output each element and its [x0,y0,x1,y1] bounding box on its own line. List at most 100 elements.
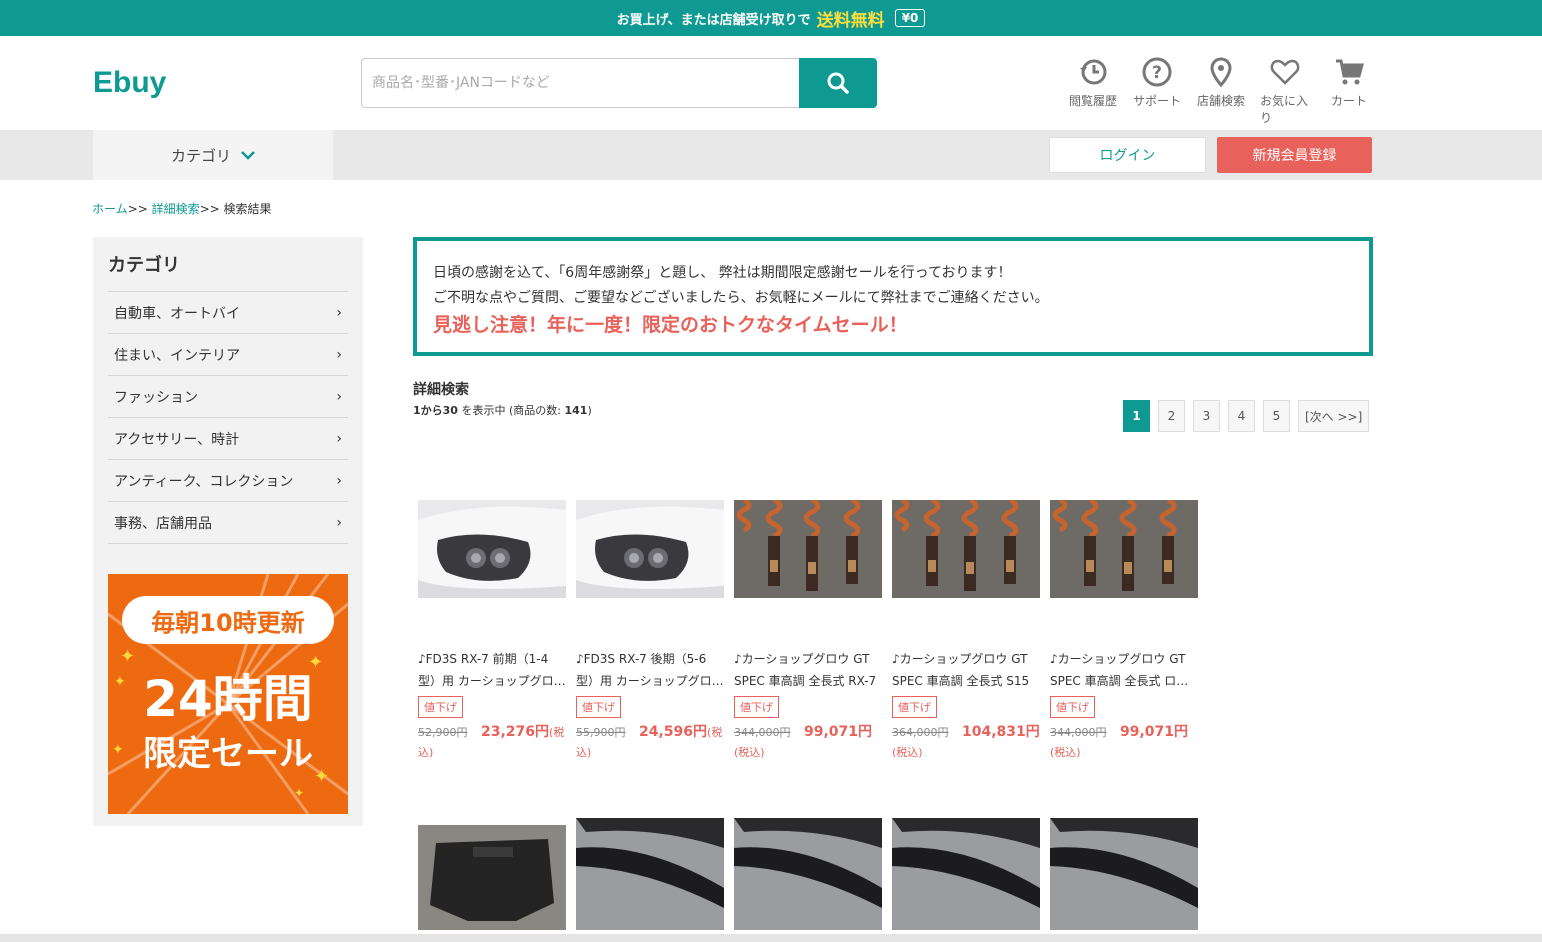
product-card[interactable]: ♪カーショップグロウ GT SPEC 車高調 全長式 RX-7 値下げ 344,… [734,500,882,763]
notice-highlight: 見逃し注意！年に一度！限定のおトクなタイムセール！ [433,314,908,336]
cart-link[interactable]: カート [1324,56,1374,126]
product-name[interactable]: ♪カーショップグロウ GT SPEC 車高調 全長式 RX-7 [734,648,882,692]
product-price: 344,000円 99,071円 (税込) [1050,722,1198,763]
product-price: 344,000円 99,071円 (税込) [734,722,882,763]
sparkle-icon: ✦ [112,742,124,758]
page-5-button[interactable]: 5 [1263,400,1290,432]
product-price: 52,900円 23,276円(税込) [418,722,566,763]
history-label: 閲覧履歴 [1068,94,1117,108]
product-image-headlight[interactable] [576,500,724,598]
product-grid: ♪FD3S RX-7 前期（1-4型）用 カーショップグロウオリジナル 値下げ … [418,500,1198,763]
category-dropdown[interactable]: カテゴリ [93,130,333,180]
product-card[interactable]: ♪FD3S RX-7 前期（1-4型）用 カーショップグロウオリジナル 値下げ … [418,500,566,763]
bottom-scroll-strip [0,934,1542,942]
product-image-coilover[interactable] [892,500,1040,598]
store-search-link[interactable]: 店舗検索 [1196,56,1246,126]
product-name[interactable]: ♪カーショップグロウ GT SPEC 車高調 全長式 S15 [892,648,1040,692]
tax-label: (税込) [1050,746,1081,759]
sparkle-icon: ✦ [120,646,136,667]
support-label: サポート [1132,94,1181,108]
product-image-headlight[interactable] [418,500,566,598]
sidebar-item-label: アクセサリー、時計 [114,431,240,448]
chevron-right-icon: › [336,430,342,447]
sidebar-item-label: アンティーク、コレクション [114,473,294,490]
sidebar-item-label: 住まい、インテリア [114,347,240,364]
history-icon [1080,59,1107,85]
product-price: 55,900円 24,596円(税込) [576,722,724,763]
sidebar-item-office[interactable]: 事務、店舗用品 › [108,502,348,544]
location-icon [1210,57,1232,88]
original-price: 344,000円 [734,726,791,739]
chevron-right-icon: › [336,472,342,489]
sidebar-item-vehicles[interactable]: 自動車、オートバイ › [108,292,348,334]
breadcrumb-current: >> 検索結果 [199,202,272,216]
product-card[interactable]: ♪FD3S RX-7 後期（5-6型）用 カーショップグロウオリジナル 値下げ … [576,500,724,763]
breadcrumb-advanced-search[interactable]: 詳細検索 [152,202,200,216]
product-image-coilover[interactable] [734,500,882,598]
product-card[interactable]: ♪カーショップグロウ GT SPEC 車高調 全長式 S15 値下げ 364,0… [892,500,1040,763]
cart-icon [1336,59,1364,85]
timesale-promo-banner[interactable]: 毎朝10時更新 24時間 限定セール ✦ ✦ ✦ ✦ ✦ ✦ [108,574,348,814]
price-drop-badge: 値下げ [734,696,779,718]
sale-price: 24,596円 [639,724,708,740]
favorites-label: お気に入り [1260,94,1309,125]
product-name[interactable]: ♪カーショップグロウ GT SPEC 車高調 全長式 ロードスター [1050,648,1198,692]
page-1-button[interactable]: 1 [1123,400,1150,432]
breadcrumb: ホーム>> 詳細検索>> 検索結果 [92,200,272,217]
page-2-button[interactable]: 2 [1158,400,1185,432]
page-3-button[interactable]: 3 [1193,400,1220,432]
site-logo[interactable]: Ebuy [93,66,166,100]
site-header: Ebuy 閲覧履歴 ? サポート [0,36,1542,130]
search-input[interactable] [361,58,799,108]
sale-notice-box: 日頃の感謝を込て、「6周年感謝祭」と題し、 弊社は期間限定感謝セールを行っており… [413,237,1373,356]
chevron-right-icon: › [336,388,342,405]
results-end: ) [587,404,592,417]
promo-update-pill: 毎朝10時更新 [122,596,334,644]
sale-price: 99,071円 [804,724,873,740]
sidebar-item-home[interactable]: 住まい、インテリア › [108,334,348,376]
product-image-front-lip[interactable] [1050,818,1198,930]
sale-price: 99,071円 [1120,724,1189,740]
notice-line-1: 日頃の感謝を込て、「6周年感謝祭」と題し、 弊社は期間限定感謝セールを行っており… [433,265,1012,281]
favorites-link[interactable]: お気に入り [1260,56,1310,126]
search-button[interactable] [799,58,877,108]
promo-limited-sale-text: 限定セール [143,734,313,774]
category-sidebar: カテゴリ 自動車、オートバイ › 住まい、インテリア › ファッション › アクセサリ… [93,237,363,826]
sale-price: 23,276円 [481,724,550,740]
price-drop-badge: 値下げ [1050,696,1095,718]
price-drop-badge: 値下げ [892,696,937,718]
product-image-floor-mat[interactable] [418,825,566,937]
history-link[interactable]: 閲覧履歴 [1068,56,1118,126]
sidebar-item-fashion[interactable]: ファッション › [108,376,348,418]
sidebar-item-accessories[interactable]: アクセサリー、時計 › [108,418,348,460]
support-link[interactable]: ? サポート [1132,56,1182,126]
sparkle-icon: ✦ [314,766,330,787]
category-list: 自動車、オートバイ › 住まい、インテリア › ファッション › アクセサリー、時計 ›… [108,291,348,544]
sidebar-item-antiques[interactable]: アンティーク、コレクション › [108,460,348,502]
zero-yen-truck-icon: ¥0 [894,9,926,27]
breadcrumb-separator: >> [127,202,152,216]
pagination: 1 2 3 4 5 [次へ >>] [1123,400,1370,432]
store-search-label: 店舗検索 [1196,94,1245,108]
shipping-banner: お買上げ、または店舗受け取りで 送料無料 ¥0 [0,0,1542,36]
product-image-front-lip[interactable] [734,818,882,930]
product-image-coilover[interactable] [1050,500,1198,598]
login-button[interactable]: ログイン [1049,137,1206,173]
product-name[interactable]: ♪FD3S RX-7 後期（5-6型）用 カーショップグロウオリジナル [576,648,724,692]
next-page-button[interactable]: [次へ >>] [1298,400,1370,432]
product-name[interactable]: ♪FD3S RX-7 前期（1-4型）用 カーショップグロウオリジナル [418,648,566,692]
sidebar-item-label: 事務、店舗用品 [114,515,212,532]
page-4-button[interactable]: 4 [1228,400,1255,432]
product-image-front-lip[interactable] [576,818,724,930]
results-title: 詳細検索 [413,382,469,398]
breadcrumb-home[interactable]: ホーム [92,202,128,216]
product-grid-row-2 [418,818,1198,937]
product-card[interactable]: ♪カーショップグロウ GT SPEC 車高調 全長式 ロードスター 値下げ 34… [1050,500,1198,763]
svg-text:?: ? [1152,63,1162,83]
register-button[interactable]: 新規会員登録 [1217,137,1372,173]
results-range: 1から30 [413,404,458,417]
product-image-front-lip[interactable] [892,818,1040,930]
notice-line-2: ご不明な点やご質問、ご要望などございましたら、お気軽にメールにて弊社までご連絡く… [433,290,1049,306]
tax-label: (税込) [892,746,923,759]
original-price: 55,900円 [576,726,626,739]
